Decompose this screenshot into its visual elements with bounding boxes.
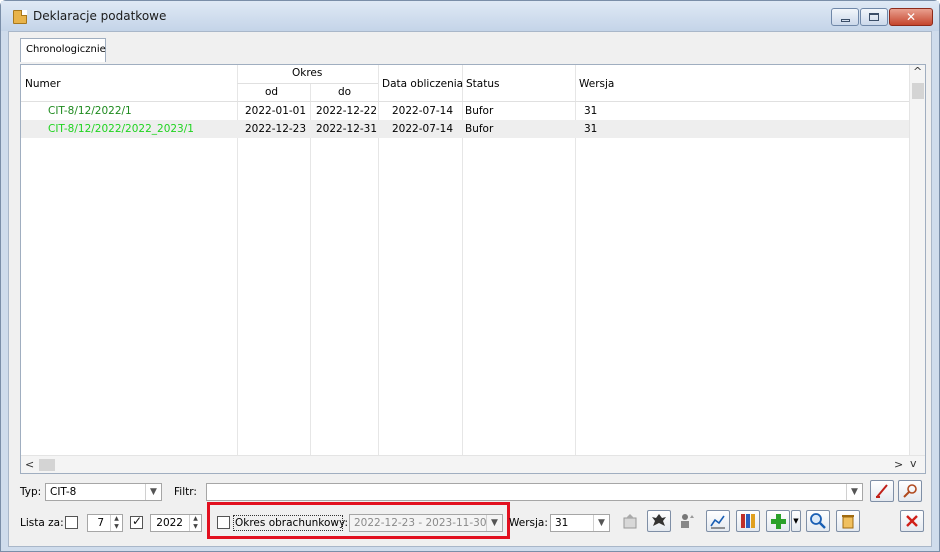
cell-od: 2022-01-01 <box>245 105 307 117</box>
export-button[interactable] <box>618 510 642 532</box>
filtr-label: Filtr: <box>174 486 197 498</box>
cell-status: Bufor <box>465 123 494 135</box>
client-area: Chronologicznie Numer Okres od do Data o… <box>8 31 932 547</box>
chevron-down-icon[interactable]: ▼ <box>145 484 161 500</box>
horizontal-scrollbar[interactable]: < > v <box>21 455 925 473</box>
header-okres[interactable]: Okres <box>292 67 322 79</box>
cell-numer: CIT-8/12/2022/2022_2023/1 <box>48 123 194 135</box>
cell-data-obliczenia: 2022-07-14 <box>392 123 454 135</box>
chart-button[interactable] <box>706 510 730 532</box>
cell-do: 2022-12-31 <box>316 123 378 135</box>
close-icon: ✕ <box>905 10 917 24</box>
wersja-select[interactable]: 31 ▼ <box>550 514 610 532</box>
maximize-button[interactable] <box>860 8 888 26</box>
minimize-icon <box>840 18 850 22</box>
cell-numer: CIT-8/12/2022/1 <box>48 105 132 117</box>
minimize-button[interactable] <box>831 8 859 26</box>
filter-settings-button[interactable] <box>898 480 922 502</box>
year-value: 2022 <box>156 517 183 529</box>
delete-button[interactable] <box>836 510 860 532</box>
header-numer[interactable]: Numer <box>25 78 61 90</box>
chevron-down-icon[interactable]: ▼ <box>846 484 862 500</box>
clear-filter-button[interactable] <box>870 480 894 502</box>
title-bar: Deklaracje podatkowe ✕ <box>1 1 939 31</box>
binders-icon <box>741 514 755 528</box>
chevron-down-icon[interactable]: ▼ <box>593 515 609 531</box>
header-do[interactable]: do <box>338 86 351 98</box>
window-title: Deklaracje podatkowe <box>33 9 167 23</box>
horizontal-scroll-thumb[interactable] <box>39 459 55 471</box>
year-checkbox[interactable] <box>130 514 143 529</box>
clear-filter-icon <box>876 484 888 498</box>
cell-wersja: 31 <box>584 123 598 135</box>
tab-chronologicznie[interactable]: Chronologicznie <box>20 38 106 62</box>
month-value: 7 <box>97 517 104 529</box>
header-od[interactable]: od <box>265 86 278 98</box>
header-data-obliczenia[interactable]: Data obliczenia <box>382 78 463 90</box>
trash-icon <box>842 515 854 529</box>
cell-data-obliczenia: 2022-07-14 <box>392 105 454 117</box>
plus-icon <box>771 514 786 529</box>
close-icon <box>906 515 918 527</box>
header-status[interactable]: Status <box>466 78 499 90</box>
cell-wersja: 31 <box>584 105 598 117</box>
stepper-arrows-icon[interactable]: ▲ ▼ <box>189 515 201 531</box>
wersja-label: Wersja: <box>509 517 548 529</box>
maximize-icon <box>869 13 879 21</box>
document-folder-icon <box>13 10 27 24</box>
year-stepper[interactable]: 2022 ▲ ▼ <box>150 514 202 532</box>
lista-za-label: Lista za: <box>20 517 64 529</box>
person-send-icon <box>681 514 694 528</box>
window: Deklaracje podatkowe ✕ Chronologicznie N… <box>0 0 940 552</box>
eagle-emblem-icon <box>652 514 666 526</box>
header-wersja[interactable]: Wersja <box>579 78 614 90</box>
emblem-button[interactable] <box>647 510 671 532</box>
table-row[interactable]: CIT-8/12/2022/1 2022-01-01 2022-12-22 20… <box>21 102 909 120</box>
close-window-button[interactable]: ✕ <box>889 8 933 26</box>
scroll-down-icon[interactable]: v <box>910 457 917 470</box>
highlight-box <box>207 502 510 539</box>
close-button[interactable] <box>900 510 924 532</box>
month-stepper[interactable]: 7 ▲ ▼ <box>87 514 123 532</box>
preview-button[interactable] <box>806 510 830 532</box>
wersja-value: 31 <box>555 517 569 529</box>
chevron-down-icon: ▼ <box>793 517 799 525</box>
cell-od: 2022-12-23 <box>245 123 307 135</box>
column-separator <box>310 83 311 473</box>
add-dropdown-button[interactable]: ▼ <box>791 510 801 532</box>
table-row-selected[interactable]: CIT-8/12/2022/2022_2023/1 2022-12-23 202… <box>21 120 909 138</box>
filtr-input[interactable]: ▼ <box>206 483 863 501</box>
typ-label: Typ: <box>20 486 42 498</box>
cell-status: Bufor <box>465 105 494 117</box>
vertical-scroll-thumb[interactable] <box>912 83 924 99</box>
binders-button[interactable] <box>736 510 760 532</box>
add-button[interactable] <box>766 510 790 532</box>
declarations-grid: Numer Okres od do Data obliczenia Status… <box>20 64 926 474</box>
typ-select[interactable]: CIT-8 ▼ <box>45 483 162 501</box>
header-divider <box>237 83 378 84</box>
magnifier-icon <box>810 513 826 529</box>
typ-value: CIT-8 <box>50 486 77 498</box>
line-chart-icon <box>710 515 725 529</box>
lista-za-checkbox[interactable] <box>65 516 78 529</box>
send-button[interactable] <box>675 510 699 532</box>
stepper-arrows-icon[interactable]: ▲ ▼ <box>110 515 122 531</box>
cell-do: 2022-12-22 <box>316 105 378 117</box>
filter-wrench-icon <box>903 484 917 498</box>
scroll-up-icon[interactable]: ^ <box>913 65 922 78</box>
scroll-left-icon[interactable]: < <box>25 458 34 471</box>
vertical-scrollbar[interactable]: ^ <box>909 65 925 455</box>
scroll-right-icon[interactable]: > <box>894 458 903 471</box>
export-icon <box>623 514 637 529</box>
